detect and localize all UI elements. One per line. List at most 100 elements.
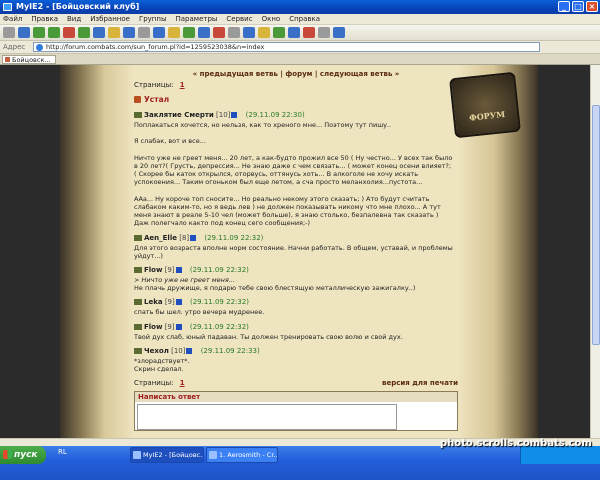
search-icon[interactable] <box>123 27 135 38</box>
encoding-icon[interactable] <box>333 27 345 38</box>
post-author[interactable]: Заклятие Смерти <box>144 111 214 119</box>
page-link[interactable]: 1 <box>180 81 185 89</box>
post-author[interactable]: Flow <box>144 323 162 331</box>
post-author[interactable]: Flow <box>144 266 162 274</box>
forum-logo[interactable]: ФОРУМ <box>449 71 521 139</box>
post-header: Flow [9] (29.11.09 22:32) <box>134 323 458 333</box>
info-icon[interactable] <box>175 299 182 306</box>
menu-file[interactable]: Файл <box>3 14 22 24</box>
menu-help[interactable]: Справка <box>289 14 320 24</box>
menu-favorites[interactable]: Избранное <box>90 14 130 24</box>
forum-link[interactable]: форум <box>285 70 312 78</box>
post-author-level: [8] <box>179 233 190 242</box>
info-icon[interactable] <box>190 234 197 241</box>
refresh-icon[interactable] <box>78 27 90 38</box>
close-button[interactable]: × <box>586 1 598 12</box>
taskbar-item-browser[interactable]: MyIE2 - [Бойцовс... <box>130 447 204 463</box>
open-icon[interactable] <box>18 27 30 38</box>
post-date: (29.11.09 22:30) <box>245 111 305 119</box>
thread-navigation: « предыдущая ветвь | форум | следующая в… <box>134 65 458 81</box>
post-author-level: [9] <box>164 266 175 275</box>
post-header: Leka [9] (29.11.09 22:32) <box>134 298 458 308</box>
menu-window[interactable]: Окно <box>262 14 281 24</box>
settings-icon[interactable] <box>228 27 240 38</box>
new-page-icon[interactable] <box>3 27 15 38</box>
info-icon[interactable] <box>175 323 182 330</box>
clan-emblem-icon <box>134 267 142 274</box>
pages-label: Страницы: <box>134 81 174 89</box>
post-header: Заклятие Смерти [10] (29.11.09 22:30) <box>134 111 458 121</box>
menu-tools[interactable]: Сервис <box>226 14 252 24</box>
pages-label: Страницы: <box>134 379 174 388</box>
toolbar <box>0 25 600 41</box>
watermark: photo.scrolls.combats.com <box>440 438 592 449</box>
print-version-link[interactable]: версия для печати <box>382 379 458 389</box>
taskbar-item-label: MyIE2 - [Бойцовс... <box>143 451 204 459</box>
post-date: (29.11.09 22:32) <box>204 233 264 242</box>
print-icon[interactable] <box>168 27 180 38</box>
vertical-scrollbar[interactable] <box>590 65 600 438</box>
page-link[interactable]: 1 <box>180 379 185 387</box>
quicklaunch-item[interactable]: RL <box>58 448 67 456</box>
menu-view[interactable]: Вид <box>67 14 81 24</box>
layout-icon[interactable] <box>243 27 255 38</box>
history-icon[interactable] <box>138 27 150 38</box>
taskbar-item-player[interactable]: 1. Aerosmith - Cr... <box>206 447 278 463</box>
info-icon[interactable] <box>186 347 193 354</box>
info-icon[interactable] <box>231 112 238 118</box>
topic-icon <box>134 96 141 103</box>
post-author[interactable]: Aen_Elle <box>144 234 177 242</box>
browser-icon <box>3 3 12 11</box>
close-all-icon[interactable] <box>213 27 225 38</box>
post: Aen_Elle [8] (29.11.09 22:32) Для этого … <box>134 234 458 260</box>
forward-icon[interactable] <box>48 27 60 38</box>
post-text: Поплакаться хочется, но нельзя, как то х… <box>134 121 453 228</box>
text-size-icon[interactable] <box>318 27 330 38</box>
clan-emblem-icon <box>134 323 142 330</box>
windows-logo-icon <box>3 450 12 459</box>
address-input[interactable]: http://forum.combats.com/sun_forum.pl?id… <box>33 42 540 52</box>
clan-emblem-icon <box>134 347 142 354</box>
forum-content: « предыдущая ветвь | форум | следующая в… <box>134 65 458 438</box>
menu-groups[interactable]: Группы <box>139 14 167 24</box>
back-icon[interactable] <box>33 27 45 38</box>
forum-logo-text: ФОРУМ <box>468 108 506 123</box>
window-icon[interactable] <box>198 27 210 38</box>
post-quote: > Ничто уже не греет меня... <box>134 276 236 285</box>
stop-icon[interactable] <box>63 27 75 38</box>
next-thread-link[interactable]: следующая ветвь » <box>320 70 400 78</box>
post-author-level: [10] <box>216 111 231 119</box>
cascade-icon[interactable] <box>273 27 285 38</box>
pagination: Страницы: 1 <box>134 81 458 95</box>
post-author[interactable]: Чехол <box>144 347 169 355</box>
address-bar: Адрес http://forum.combats.com/sun_forum… <box>0 41 600 54</box>
window-title: MyIE2 - [Бойцовский клуб] <box>16 2 140 11</box>
favorites-icon[interactable] <box>108 27 120 38</box>
restore-icon[interactable] <box>288 27 300 38</box>
menu-options[interactable]: Параметры <box>176 14 218 24</box>
post-author-level: [9] <box>164 322 175 331</box>
tab-bar: Бойцовск... <box>0 54 600 65</box>
start-button[interactable]: пуск <box>0 446 46 464</box>
post-text: Твой дух слаб, юный падаван. Ты должен т… <box>134 332 403 341</box>
reply-textarea[interactable] <box>137 404 397 431</box>
reply-title: Написать ответ <box>135 392 457 403</box>
minimize-all-icon[interactable] <box>303 27 315 38</box>
group-icon[interactable] <box>183 27 195 38</box>
prev-thread-link[interactable]: « предыдущая ветвь <box>193 70 278 78</box>
post-author-level: [9] <box>164 298 175 307</box>
maximize-button[interactable]: □ <box>572 1 584 12</box>
tab-combats[interactable]: Бойцовск... <box>2 54 56 64</box>
post: Чехол [10] (29.11.09 22:33) *злорадствуе… <box>134 347 458 373</box>
post-author-level: [10] <box>171 346 186 355</box>
minimize-button[interactable]: _ <box>558 1 570 12</box>
info-icon[interactable] <box>175 267 182 274</box>
post-author[interactable]: Leka <box>144 298 163 306</box>
menu-edit[interactable]: Правка <box>31 14 58 24</box>
scrollbar-thumb[interactable] <box>592 105 600 345</box>
post-date: (29.11.09 22:33) <box>200 346 260 355</box>
page-viewport: « предыдущая ветвь | форум | следующая в… <box>0 65 590 438</box>
mail-icon[interactable] <box>153 27 165 38</box>
home-icon[interactable] <box>93 27 105 38</box>
tile-icon[interactable] <box>258 27 270 38</box>
